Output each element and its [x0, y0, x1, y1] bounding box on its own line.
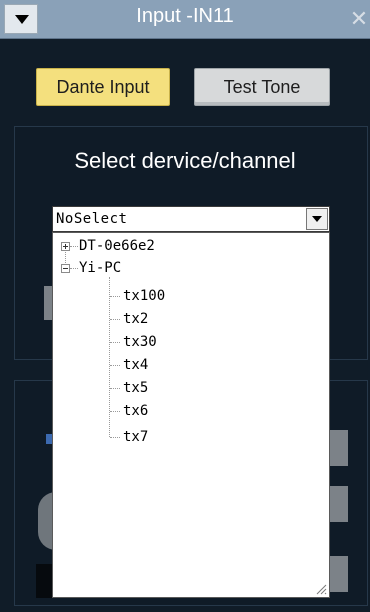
- tree-channel[interactable]: tx7: [123, 427, 148, 447]
- dante-input-button[interactable]: Dante Input: [36, 68, 170, 106]
- window-title: Input -IN11: [136, 5, 234, 27]
- device-channel-select[interactable]: NoSelect: [52, 206, 330, 232]
- channel-label: tx7: [123, 429, 149, 445]
- hidden-control-1[interactable]: [330, 430, 348, 466]
- channel-label: tx6: [123, 403, 149, 419]
- tree-device[interactable]: DT-0e66e2: [79, 236, 155, 256]
- channel-label: tx100: [123, 288, 166, 304]
- channel-label: tx5: [123, 380, 149, 396]
- resize-grip-icon[interactable]: [315, 583, 327, 595]
- dropdown-toggle[interactable]: [306, 208, 328, 230]
- device-tree-dropdown: DT-0e66e2 Yi-PC tx100 tx2 tx30 tx4 tx5 t…: [52, 232, 330, 598]
- tree-channel[interactable]: tx2: [123, 309, 148, 329]
- select-value: NoSelect: [56, 211, 128, 227]
- expand-icon[interactable]: [61, 242, 70, 251]
- hidden-control-2[interactable]: [330, 486, 348, 522]
- tree-channel[interactable]: tx5: [123, 378, 148, 398]
- collapse-icon[interactable]: [61, 264, 70, 273]
- tree-device[interactable]: Yi-PC: [79, 258, 121, 278]
- device-label: Yi-PC: [79, 260, 122, 276]
- tree-channel[interactable]: tx6: [123, 401, 148, 421]
- test-tone-button[interactable]: Test Tone: [194, 68, 330, 106]
- channel-label: tx30: [123, 334, 157, 350]
- title-bar: Input -IN11 ✕: [0, 0, 370, 39]
- hidden-control-3[interactable]: [330, 556, 348, 592]
- chevron-down-icon: [312, 216, 322, 222]
- device-label: DT-0e66e2: [79, 238, 155, 254]
- close-icon[interactable]: ✕: [348, 2, 370, 36]
- tree-channel[interactable]: tx4: [123, 355, 148, 375]
- panel-heading: Select dervice/channel: [74, 148, 296, 173]
- tree-channel[interactable]: tx100: [123, 286, 165, 306]
- input-window: Input -IN11 ✕ Dante Input Test Tone Sele…: [0, 0, 370, 612]
- channel-label: tx2: [123, 311, 149, 327]
- device-tree: DT-0e66e2 Yi-PC tx100 tx2 tx30 tx4 tx5 t…: [53, 233, 329, 597]
- channel-label: tx4: [123, 357, 149, 373]
- tree-channel[interactable]: tx30: [123, 332, 157, 352]
